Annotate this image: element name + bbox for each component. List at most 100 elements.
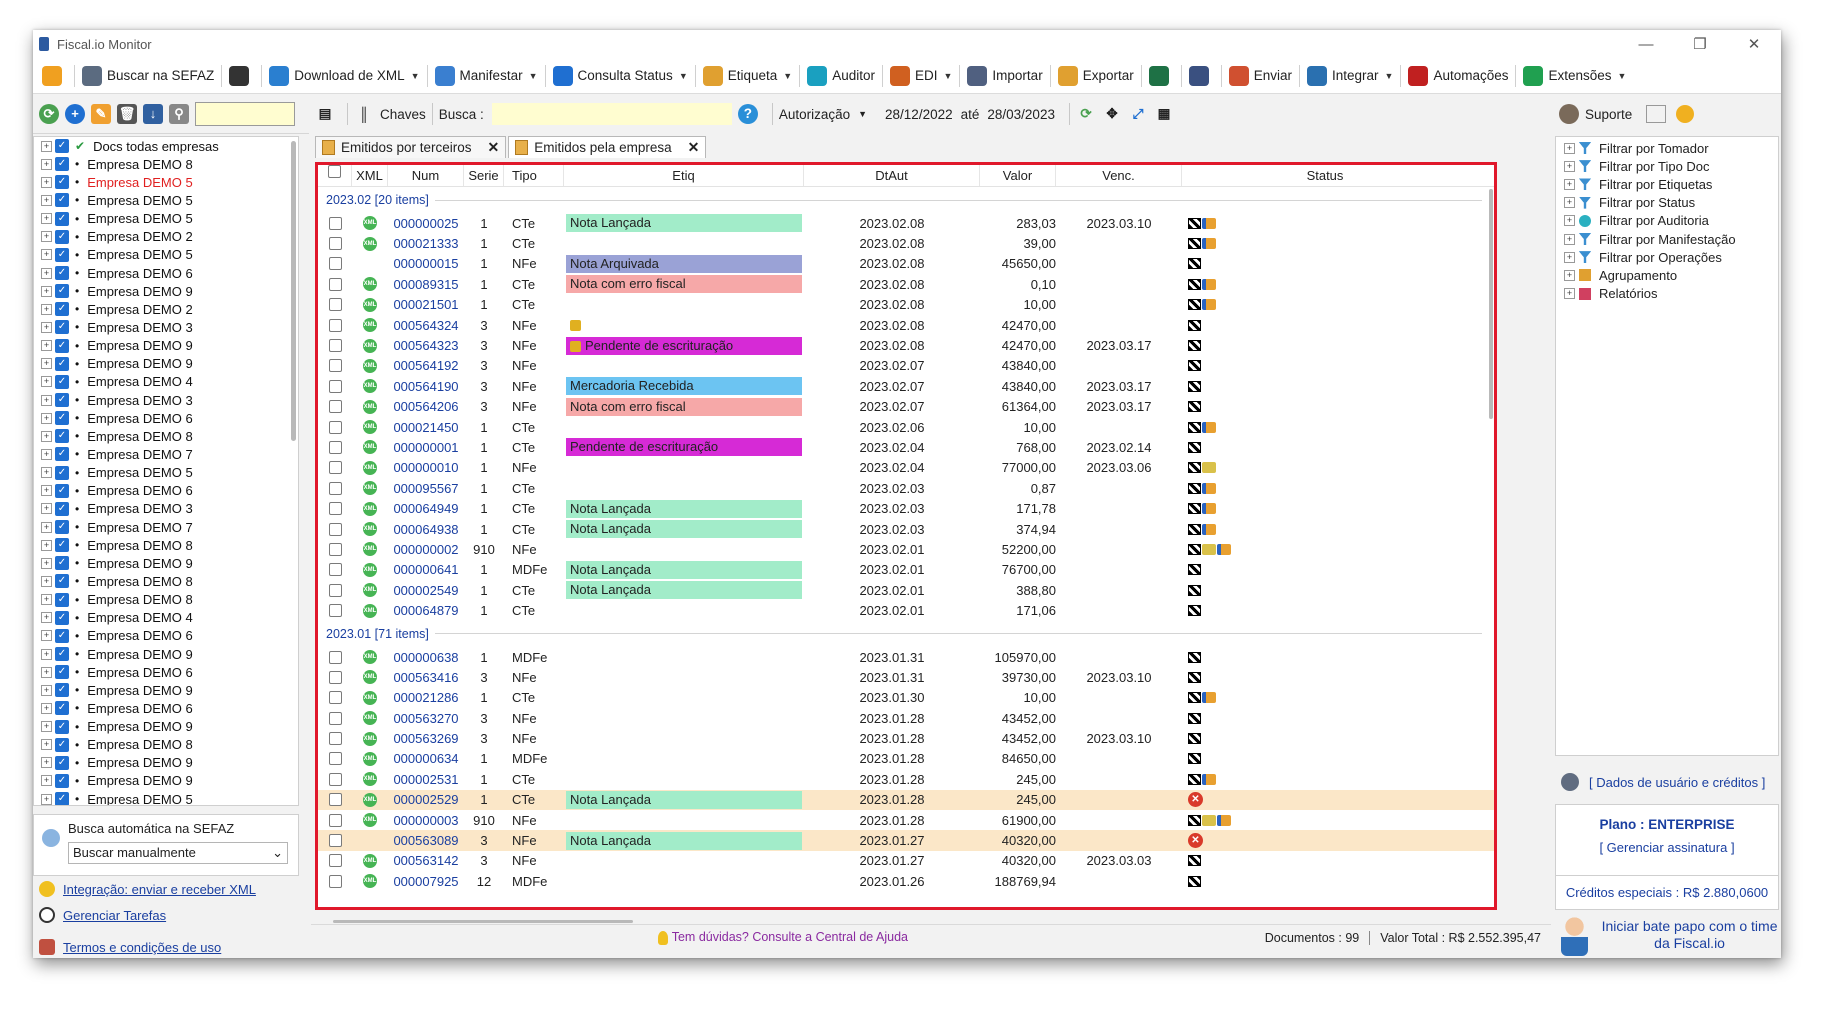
expand-icon[interactable]: + [41,176,52,188]
expand-icon[interactable]: + [41,194,52,206]
company-checkbox[interactable]: ✓ [55,520,69,535]
filter-tree-item[interactable]: + Filtrar por Tomador [1556,139,1778,157]
row-checkbox[interactable] [318,237,352,251]
expand-icon[interactable]: + [41,394,52,406]
row-checkbox[interactable] [318,502,352,516]
expand-icon[interactable]: + [1564,288,1575,300]
company-tree-item[interactable]: + ✓ • Empresa DEMO 8 [34,155,298,173]
expand-icon[interactable]: + [1564,178,1575,190]
filter-tree-item[interactable]: + Filtrar por Etiquetas [1556,175,1778,193]
filter-tree-item[interactable]: + Filtrar por Operações [1556,248,1778,266]
expand-icon[interactable]: + [41,630,52,642]
row-checkbox[interactable] [318,522,352,536]
document-number[interactable]: 000563270 [388,711,464,726]
expand-icon[interactable]: + [1564,160,1575,172]
add-icon[interactable]: + [65,103,85,124]
filter-icon[interactable]: ⚲ [169,103,189,124]
company-checkbox[interactable]: ✓ [55,701,69,716]
company-tree-item[interactable]: + ✓ • Empresa DEMO 7 [34,445,298,463]
document-number[interactable]: 000563142 [388,853,464,868]
expand-icon[interactable]: + [41,448,52,460]
toolbar-button-manifest[interactable]: Manifestar ▼ [430,61,543,91]
expand-icon[interactable]: + [41,321,52,333]
company-checkbox[interactable]: ✓ [55,320,69,335]
xml-available-icon[interactable]: XML [363,670,377,685]
toolbar-button-extensions[interactable]: Extensões ▼ [1518,61,1631,91]
close-tab-icon[interactable]: ✕ [688,139,700,156]
document-number[interactable]: 000000015 [388,256,464,271]
xml-available-icon[interactable]: XML [363,650,377,664]
company-tree-item[interactable]: + ✓ • Empresa DEMO 4 [34,609,298,627]
header-dtaut[interactable]: DtAut [804,165,980,186]
xml-available-icon[interactable]: XML [363,711,377,726]
row-checkbox[interactable] [318,257,352,271]
filter-tree-item[interactable]: + Relatórios [1556,285,1778,303]
document-number[interactable]: 000064949 [388,501,464,516]
company-tree-item[interactable]: + ✓ ✔ Docs todas empresas [34,137,298,155]
company-checkbox[interactable]: ✓ [55,465,69,480]
expand-icon[interactable]: + [41,757,52,769]
document-number[interactable]: 000064938 [388,522,464,537]
company-checkbox[interactable]: ✓ [55,665,69,680]
date-type-select[interactable]: Autorização [779,107,850,122]
document-number[interactable]: 000564190 [388,379,464,394]
expand-icon[interactable]: + [41,594,52,606]
xml-available-icon[interactable]: XML [363,338,377,353]
report-icon[interactable]: ▦ [1154,104,1174,124]
chaves-button[interactable]: Chaves [380,107,426,122]
toolbar-button-tag[interactable]: Etiqueta ▼ [698,61,797,91]
xml-available-icon[interactable]: XML [363,277,377,292]
company-checkbox[interactable]: ✓ [55,284,69,299]
xml-available-icon[interactable]: XML [363,420,377,435]
tag-cell[interactable]: Nota Lançada [564,560,804,579]
company-tree-item[interactable]: + ✓ • Empresa DEMO 9 [34,718,298,736]
header-etiq[interactable]: Etiq [564,165,804,186]
xml-available-icon[interactable]: XML [363,379,377,394]
caret-down-icon[interactable]: ▼ [944,71,953,81]
expand-icon[interactable]: + [41,793,52,805]
collapse-icon[interactable]: ✥ [1102,104,1122,124]
company-tree-item[interactable]: + ✓ • Empresa DEMO 6 [34,409,298,427]
expand-icon[interactable]: + [41,648,52,660]
table-row[interactable]: 000000015 1 NFe Nota Arquivada 2023.02.08 456… [318,254,1494,274]
table-row[interactable]: XML 000021501 1 CTe 2023.02.08 10,00 [318,295,1494,315]
help-center-link[interactable]: Tem dúvidas? Consulte a Central de Ajuda [311,930,1255,945]
expand-icon[interactable]: + [41,467,52,479]
company-tree-item[interactable]: + ✓ • Empresa DEMO 6 [34,264,298,282]
table-row[interactable]: XML 000000634 1 MDFe 2023.01.28 84650,00 [318,749,1494,769]
table-row[interactable]: XML 000089315 1 CTe Nota com erro fiscal 2023… [318,274,1494,294]
toolbar-button-print[interactable] [1184,61,1219,91]
xml-available-icon[interactable]: XML [363,772,377,787]
row-checkbox[interactable] [318,359,352,373]
company-tree-item[interactable]: + ✓ • Empresa DEMO 5 [34,173,298,191]
header-xml[interactable]: XML [352,165,388,186]
tree-scrollbar[interactable] [291,141,296,441]
company-checkbox[interactable]: ✓ [55,538,69,553]
xml-available-icon[interactable]: XML [363,318,377,333]
expand-icon[interactable]: + [41,376,52,388]
company-checkbox[interactable]: ✓ [55,338,69,353]
table-row[interactable]: XML 000064879 1 CTe 2023.02.01 171,06 [318,600,1494,620]
company-tree-item[interactable]: + ✓ • Empresa DEMO 8 [34,536,298,554]
company-checkbox[interactable]: ✓ [55,229,69,244]
tag-cell[interactable] [564,316,804,334]
company-checkbox[interactable]: ✓ [55,628,69,643]
company-checkbox[interactable]: ✓ [55,429,69,444]
caret-down-icon[interactable]: ▼ [1385,71,1394,81]
clear-filter-icon[interactable] [1646,105,1667,123]
company-checkbox[interactable]: ✓ [55,266,69,281]
chat-row[interactable]: Iniciar bate papo com o time da Fiscal.i… [1555,912,1779,958]
company-checkbox[interactable]: ✓ [55,411,69,426]
close-window-button[interactable]: ✕ [1727,35,1781,53]
date-from-input[interactable]: 28/12/2022 [877,107,961,122]
expand-icon[interactable]: + [41,666,52,678]
document-number[interactable]: 000563416 [388,670,464,685]
row-checkbox[interactable] [318,732,352,746]
caret-down-icon[interactable]: ▼ [679,71,688,81]
xml-available-icon[interactable]: XML [363,481,377,496]
table-row[interactable]: XML 000563416 3 NFe 2023.01.31 39730,00 2023.0… [318,667,1494,687]
column-settings-icon[interactable]: ▤ [315,104,335,124]
header-valor[interactable]: Valor [980,165,1056,186]
tag-cell[interactable]: Nota Lançada [564,581,804,600]
terms-link[interactable]: Termos e condições de uso [63,940,221,955]
